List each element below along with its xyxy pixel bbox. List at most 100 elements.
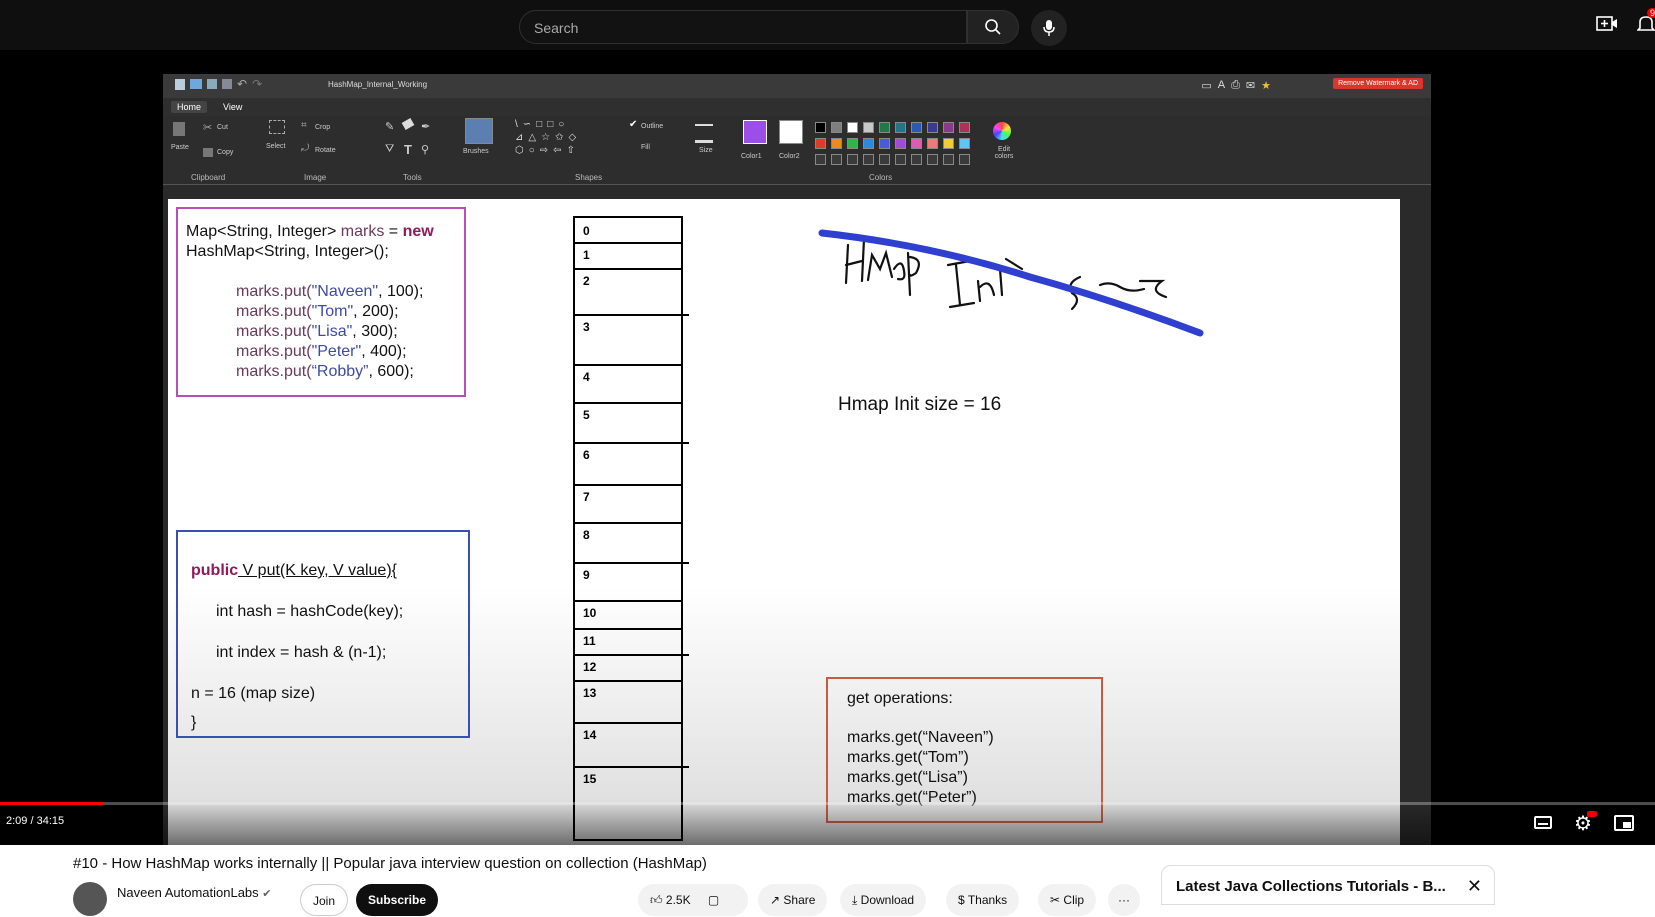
thanks-button[interactable]: $ Thanks — [946, 884, 1020, 916]
text-icon[interactable]: T — [404, 142, 412, 157]
playlist-panel[interactable]: Latest Java Collections Tutorials - B...… — [1161, 865, 1495, 905]
select-icon[interactable] — [269, 120, 285, 134]
save-icon[interactable] — [207, 79, 217, 89]
palette-empty-swatch[interactable] — [831, 154, 842, 165]
more-actions-button[interactable]: ··· — [1108, 884, 1140, 916]
printer-icon[interactable]: ⎙ — [1231, 79, 1240, 92]
shape-curve-icon[interactable]: ∽ — [523, 119, 536, 130]
palette-empty-swatch[interactable] — [863, 154, 874, 165]
palette-empty-swatch[interactable] — [927, 154, 938, 165]
shape-up-icon[interactable]: ⇧ — [567, 145, 580, 156]
color2-swatch[interactable] — [779, 120, 803, 144]
subtitles-button[interactable] — [1534, 816, 1552, 829]
magnifier-icon[interactable]: ⚲ — [421, 143, 429, 156]
palette-color-swatch[interactable] — [959, 122, 970, 133]
voice-search-button[interactable] — [1031, 10, 1067, 46]
like-dislike-button[interactable]: 👍︎ 2.5K ▢ — [638, 884, 748, 916]
copy-icon[interactable] — [203, 148, 213, 157]
cut-icon[interactable]: ✂ — [203, 121, 212, 134]
palette-empty-swatch[interactable] — [879, 154, 890, 165]
palette-empty-swatch[interactable] — [895, 154, 906, 165]
download-button[interactable]: ⤓ Download — [840, 884, 927, 916]
size-icon[interactable] — [695, 124, 713, 143]
fill-button[interactable]: Fill — [641, 144, 650, 151]
copy-button[interactable]: Copy — [217, 149, 233, 156]
palette-color-swatch[interactable] — [879, 122, 890, 133]
create-button[interactable] — [1596, 14, 1618, 39]
miniplayer-button[interactable] — [1614, 815, 1634, 831]
palette-empty-swatch[interactable] — [815, 154, 826, 165]
color1-swatch[interactable] — [743, 120, 767, 144]
crop-button[interactable]: Crop — [315, 124, 330, 131]
brushes-button[interactable]: Brushes — [463, 148, 489, 155]
palette-empty-swatch[interactable] — [911, 154, 922, 165]
undo-icon[interactable]: ↶ — [237, 78, 247, 90]
open-folder-icon[interactable] — [190, 79, 202, 89]
shape-rect-icon[interactable]: □ — [536, 119, 547, 130]
clip-button[interactable]: ✂ Clip — [1038, 884, 1097, 916]
shapes-gallery[interactable]: \∽□□○ ⊿△☆✩◇ ⬡○⇨⇦⇧ — [515, 118, 619, 160]
shape-line-icon[interactable]: \ — [515, 119, 523, 130]
edit-colors-icon[interactable] — [993, 122, 1011, 140]
shape-hexagon-icon[interactable]: ⬡ — [515, 145, 529, 156]
palette-color-swatch[interactable] — [847, 122, 858, 133]
shape-poly-icon[interactable]: ⊿ — [515, 132, 528, 143]
pencil-icon[interactable]: ✎ — [385, 120, 394, 133]
new-file-icon[interactable] — [175, 79, 185, 90]
font-icon[interactable]: A — [1218, 79, 1225, 92]
shape-diamond-icon[interactable]: ◇ — [568, 132, 581, 143]
palette-color-swatch[interactable] — [895, 138, 906, 149]
shape-triangle-icon[interactable]: △ — [528, 132, 541, 143]
search-input[interactable]: Search — [519, 10, 967, 44]
shape-arrow-icon[interactable]: ⇨ — [540, 145, 553, 156]
palette-color-swatch[interactable] — [943, 138, 954, 149]
mail-icon[interactable]: ✉ — [1246, 79, 1255, 92]
print-icon[interactable] — [222, 79, 232, 89]
cut-button[interactable]: Cut — [217, 124, 228, 131]
palette-color-swatch[interactable] — [943, 122, 954, 133]
palette-color-swatch[interactable] — [911, 122, 922, 133]
palette-color-swatch[interactable] — [815, 122, 826, 133]
shape-rect2-icon[interactable]: □ — [547, 119, 558, 130]
crop-icon[interactable]: ⌗ — [301, 120, 307, 131]
settings-button[interactable]: ⚙ — [1574, 811, 1597, 836]
palette-empty-swatch[interactable] — [959, 154, 970, 165]
palette-color-swatch[interactable] — [927, 122, 938, 133]
palette-color-swatch[interactable] — [815, 138, 826, 149]
shape-circle-icon[interactable]: ○ — [529, 145, 540, 156]
palette-empty-swatch[interactable] — [943, 154, 954, 165]
palette-color-swatch[interactable] — [863, 138, 874, 149]
outline-check-icon[interactable]: ✔ — [629, 119, 637, 130]
palette-empty-swatch[interactable] — [847, 154, 858, 165]
size-button[interactable]: Size — [699, 147, 713, 154]
remove-watermark-button[interactable]: Remove Watermark & AD — [1333, 78, 1423, 89]
palette-color-swatch[interactable] — [959, 138, 970, 149]
close-icon[interactable]: ✕ — [1467, 876, 1482, 897]
eraser-icon[interactable] — [401, 118, 415, 130]
paste-button[interactable]: Paste — [171, 144, 189, 151]
brushes-icon[interactable] — [465, 118, 493, 144]
star-icon[interactable]: ★ — [1261, 79, 1271, 92]
shape-arrow2-icon[interactable]: ⇦ — [553, 145, 566, 156]
shape-oval-icon[interactable]: ○ — [558, 119, 569, 130]
progress-bar[interactable] — [0, 802, 1655, 805]
palette-color-swatch[interactable] — [911, 138, 922, 149]
channel-name[interactable]: Naveen AutomationLabs ✔ — [117, 885, 272, 900]
tab-home[interactable]: Home — [171, 101, 208, 113]
palette-color-swatch[interactable] — [863, 122, 874, 133]
rotate-button[interactable]: Rotate — [315, 147, 336, 154]
window-icon[interactable]: ▭ — [1201, 79, 1211, 92]
palette-color-swatch[interactable] — [831, 138, 842, 149]
search-button[interactable] — [967, 10, 1019, 44]
fill-icon[interactable]: ⛛ — [385, 143, 394, 156]
palette-color-swatch[interactable] — [895, 122, 906, 133]
channel-avatar[interactable] — [73, 882, 107, 916]
shape-star2-icon[interactable]: ✩ — [555, 132, 568, 143]
notifications-button[interactable]: 9 — [1636, 8, 1655, 39]
subscribe-button[interactable]: Subscribe — [356, 884, 439, 916]
outline-button[interactable]: Outline — [641, 123, 663, 130]
join-button[interactable]: Join — [300, 884, 349, 916]
palette-color-swatch[interactable] — [847, 138, 858, 149]
palette-color-swatch[interactable] — [879, 138, 890, 149]
select-button[interactable]: Select — [266, 143, 285, 150]
